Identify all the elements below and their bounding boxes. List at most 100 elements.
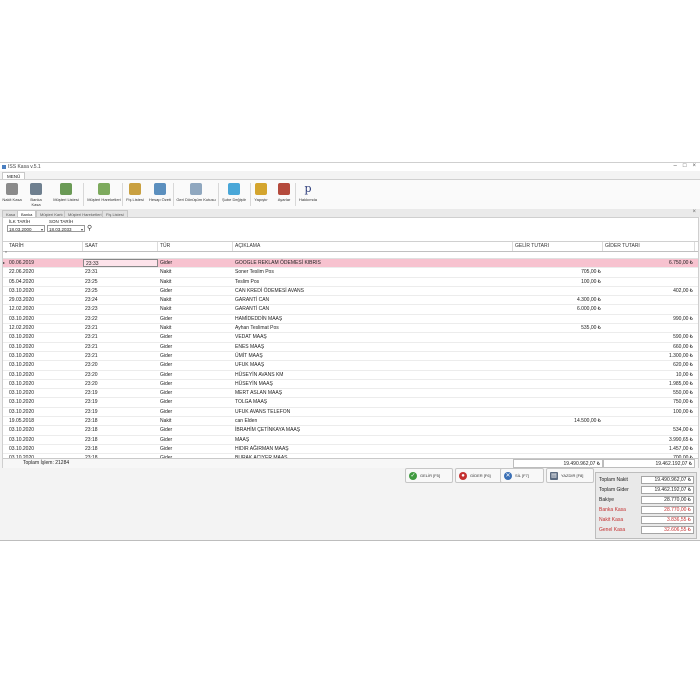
cell-type[interactable]: Gider (158, 398, 233, 406)
cell-expense[interactable]: 1.300,00 ₺ (603, 352, 695, 360)
cell-income[interactable] (513, 315, 603, 323)
cell-date[interactable]: 03.10.2020 (7, 352, 83, 360)
cell-expense[interactable]: 3.990,65 ₺ (603, 436, 695, 444)
ribbon-button-7[interactable]: Şube Değiştir (221, 182, 247, 208)
cell-type[interactable]: Gider (158, 380, 233, 388)
cell-expense[interactable]: 1.985,00 ₺ (603, 380, 695, 388)
cell-date[interactable]: 03.10.2020 (7, 398, 83, 406)
table-row[interactable]: 03.10.2020 23:21 Gider ENES MAAŞ 660,00 ₺ (3, 343, 698, 352)
table-row[interactable]: 03.10.2020 23:21 Gider VEDAT MAAŞ 590,00 ₺ (3, 333, 698, 343)
start-date-input[interactable]: 18.03.2000 ▾ (7, 225, 45, 232)
cell-time[interactable]: 23:19 (83, 398, 158, 406)
cell-income[interactable] (513, 287, 603, 295)
table-row[interactable]: 03.10.2020 23:19 Gider TOLGA MAAŞ 750,00 ₺ (3, 398, 698, 408)
cell-date[interactable]: 03.10.2020 (7, 333, 83, 341)
cell-income[interactable]: 14.500,00 ₺ (513, 417, 603, 425)
cell-desc[interactable]: İBRAHİM ÇETİNKAYA MAAŞ (233, 426, 513, 434)
cell-type[interactable]: Gider (158, 333, 233, 341)
cell-type[interactable]: Nakit (158, 278, 233, 286)
cell-type[interactable]: Gider (158, 361, 233, 369)
cell-time[interactable]: 23:18 (83, 426, 158, 434)
ribbon-button-4[interactable]: Fiş Listesi (125, 182, 145, 208)
expense-button[interactable]: ● GİDER [F6] (455, 468, 503, 483)
table-row[interactable]: 03.10.2020 23:22 Gider HAMİDEDDİN MAAŞ 990,0… (3, 315, 698, 325)
cell-expense[interactable]: 100,00 ₺ (603, 408, 695, 416)
ribbon-button-1[interactable]: Banka Kasa (26, 182, 46, 208)
cell-type[interactable]: Nakit (158, 268, 233, 276)
table-row[interactable]: 29.03.2020 23:24 Nakit GARANTİ CAN 4.300,00 … (3, 296, 698, 306)
cell-income[interactable] (513, 408, 603, 416)
cell-expense[interactable] (603, 268, 695, 276)
cell-desc[interactable]: MAAŞ (233, 436, 513, 444)
cell-desc[interactable]: Ayhan Teslimat Pos (233, 324, 513, 332)
cell-type[interactable]: Gider (158, 389, 233, 397)
cell-date[interactable]: 03.10.2020 (7, 371, 83, 379)
minimize-button[interactable]: – (674, 163, 677, 169)
print-button[interactable]: ▤ YAZDIR [F8] (546, 468, 594, 483)
cell-time[interactable]: 23:20 (83, 371, 158, 379)
cell-date[interactable]: 03.10.2020 (7, 426, 83, 434)
cell-date[interactable]: 03.10.2020 (7, 287, 83, 295)
table-row[interactable]: 03.10.2020 23:18 Gider İBRAHİM ÇETİNKAYA MA… (3, 426, 698, 436)
end-date-input[interactable]: 18.03.2033 ▾ (47, 225, 85, 232)
cell-expense[interactable] (603, 296, 695, 304)
cell-expense[interactable]: 10,00 ₺ (603, 371, 695, 379)
cell-date[interactable]: 03.10.2020 (7, 361, 83, 369)
table-row[interactable]: 03.10.2020 23:20 Gider HÜSEYİN AVANS KM 10,0… (3, 371, 698, 380)
cell-date[interactable]: 29.03.2020 (7, 296, 83, 304)
cell-expense[interactable]: 550,00 ₺ (603, 389, 695, 397)
cell-income[interactable] (513, 259, 603, 267)
table-row[interactable]: 03.10.2020 23:20 Gider UFUK MAAŞ 620,00 ₺ (3, 361, 698, 371)
close-button[interactable]: × (692, 163, 696, 169)
table-row[interactable]: 03.10.2020 23:20 Gider HÜSEYİN MAAŞ 1.985,00… (3, 380, 698, 390)
table-row[interactable]: 03.10.2020 23:21 Gider ÜMİT MAAŞ 1.300,00 ₺ (3, 352, 698, 362)
cell-date[interactable]: 03.10.2020 (7, 408, 83, 416)
cell-type[interactable]: Gider (158, 408, 233, 416)
cell-desc[interactable]: HAMİDEDDİN MAAŞ (233, 315, 513, 323)
cell-time[interactable]: 23:19 (83, 408, 158, 416)
cell-desc[interactable]: GARANTİ CAN (233, 296, 513, 304)
cell-type[interactable]: Gider (158, 371, 233, 379)
cell-desc[interactable]: HÜSEYİN MAAŞ (233, 380, 513, 388)
cell-time[interactable]: 23:31 (83, 268, 158, 276)
cell-desc[interactable]: Soner Teslim Pos (233, 268, 513, 276)
cell-date[interactable]: 00.06.2019 (7, 259, 83, 267)
cell-desc[interactable]: GARANTİ CAN (233, 305, 513, 313)
cell-time[interactable]: 23:20 (83, 361, 158, 369)
cell-expense[interactable]: 590,00 ₺ (603, 333, 695, 341)
table-row[interactable]: 05.04.2020 23:25 Nakit Teslim Pos 100,00 ₺ (3, 278, 698, 287)
cell-income[interactable] (513, 371, 603, 379)
table-row[interactable]: 03.10.2020 23:19 Gider MERT ASLAN MAAŞ 550,0… (3, 389, 698, 399)
cell-desc[interactable]: UFUK AVANS TELEFON (233, 408, 513, 416)
cell-time[interactable]: 23:18 (83, 445, 158, 453)
cell-desc[interactable]: TOLGA MAAŞ (233, 398, 513, 406)
cell-expense[interactable]: 402,00 ₺ (603, 287, 695, 295)
cell-type[interactable]: Gider (158, 352, 233, 360)
cell-desc[interactable]: ÜMİT MAAŞ (233, 352, 513, 360)
cell-income[interactable] (513, 436, 603, 444)
cell-time[interactable]: 23:20 (83, 380, 158, 388)
cell-expense[interactable]: 6.750,00 ₺ (603, 259, 695, 267)
cell-time[interactable]: 23:25 (83, 287, 158, 295)
cell-income[interactable] (513, 333, 603, 341)
table-row[interactable]: 22.06.2020 23:31 Nakit Soner Teslim Pos 705,… (3, 268, 698, 278)
cell-income[interactable]: 705,00 ₺ (513, 268, 603, 276)
cell-time[interactable]: 23:24 (83, 296, 158, 304)
cell-time[interactable]: 23:19 (83, 389, 158, 397)
ribbon-button-0[interactable]: Nakit Kasa (2, 182, 22, 208)
cell-time[interactable]: 23:21 (83, 333, 158, 341)
column-header-3[interactable]: AÇIKLAMA (233, 242, 513, 251)
column-header-2[interactable]: TÜR (158, 242, 233, 251)
cell-income[interactable] (513, 398, 603, 406)
delete-button[interactable]: ✕ SİL [F7] (500, 468, 544, 483)
cell-desc[interactable]: Teslim Pos (233, 278, 513, 286)
cell-date[interactable]: 05.04.2020 (7, 278, 83, 286)
cell-desc[interactable]: UFUK MAAŞ (233, 361, 513, 369)
cell-expense[interactable]: 750,00 ₺ (603, 398, 695, 406)
cell-date[interactable]: 19.05.2018 (7, 417, 83, 425)
cell-date[interactable]: 03.10.2020 (7, 343, 83, 351)
cell-income[interactable] (513, 380, 603, 388)
table-row[interactable]: 03.10.2020 23:18 Gider HIDIR AĞIRMAN MAAŞ 1.… (3, 445, 698, 455)
cell-income[interactable] (513, 352, 603, 360)
ribbon-button-9[interactable]: Ayarlar (273, 182, 295, 208)
